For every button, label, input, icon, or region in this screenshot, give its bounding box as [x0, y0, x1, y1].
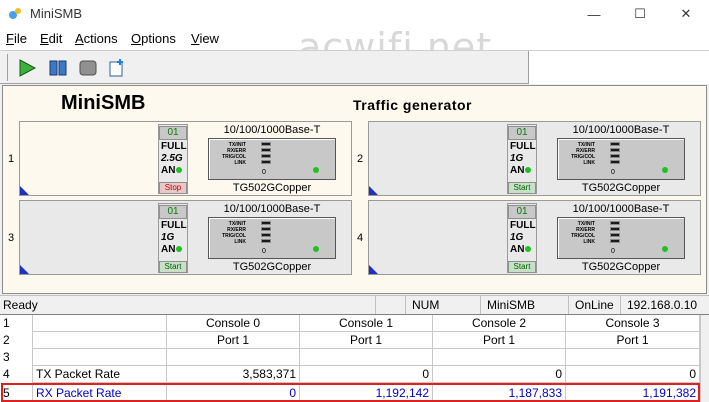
led-indicators — [610, 221, 620, 245]
panel-title: MiniSMB — [61, 92, 146, 114]
corner-marker-icon — [369, 186, 378, 195]
link-status-icon — [525, 246, 532, 253]
slot-number: 3 — [8, 232, 15, 244]
card-counter: 0 — [262, 248, 266, 255]
app-icon — [9, 8, 21, 19]
start-button[interactable]: Start — [508, 182, 536, 194]
menu-options[interactable]: Options — [131, 31, 176, 46]
new-icon[interactable] — [107, 58, 127, 78]
corner-marker-icon — [369, 265, 378, 274]
link-led-icon — [662, 167, 668, 173]
port-control[interactable]: 01 FULL 1G AN Start — [507, 124, 537, 194]
slot-number: 1 — [8, 153, 15, 165]
port-slot-2[interactable]: 01 FULL 1G AN Start 10/100/1000Base-T TX/I… — [368, 121, 701, 196]
port-number: 01 — [159, 205, 187, 219]
link-status-icon — [176, 167, 183, 174]
port-number: 01 — [159, 126, 187, 140]
title-bar: MiniSMB — ☐ ✕ — [0, 0, 709, 28]
slot-number: 2 — [357, 153, 364, 165]
card-type: 10/100/1000Base-T — [223, 124, 321, 136]
minimize-button[interactable]: — — [571, 0, 617, 28]
start-button[interactable]: Start — [508, 261, 536, 273]
card-status-box: TX/INIT RX/ERR TRIG/COL LINK 0 — [557, 217, 685, 259]
link-status-icon — [176, 246, 183, 253]
panel-subtitle: Traffic generator — [353, 97, 472, 113]
menu-view[interactable]: View — [191, 31, 219, 46]
status-ip: 192.168.0.10 — [620, 296, 709, 314]
link-led-icon — [313, 246, 319, 252]
link-led-icon — [662, 246, 668, 252]
port-slot-3[interactable]: 01 FULL 1G AN Start 10/100/1000Base-T TX/I… — [19, 200, 352, 275]
link-led-icon — [313, 167, 319, 173]
toolbar-separator — [7, 54, 8, 81]
led-indicators — [610, 142, 620, 166]
port-mode: FULL 1G AN — [161, 220, 187, 255]
toolbar-blank-area — [528, 51, 709, 84]
card-led-labels: TX/INIT RX/ERR TRIG/COL LINK — [571, 221, 595, 245]
status-ready: Ready — [3, 298, 38, 312]
traffic-panel: MiniSMB Traffic generator 1 2 3 4 01 FUL… — [2, 85, 707, 294]
menu-bar: File Edit Actions Options View — [0, 28, 709, 50]
led-indicators — [261, 221, 271, 245]
port-slot-1[interactable]: 01 FULL 2.5G AN Stop 10/100/1000Base-T TX/… — [19, 121, 352, 196]
table-row: 3 — [0, 349, 700, 366]
maximize-button[interactable]: ☐ — [617, 0, 663, 28]
card-name: TG502GCopper — [232, 261, 312, 273]
port-control[interactable]: 01 FULL 2.5G AN Stop — [158, 124, 188, 194]
menu-file[interactable]: File — [6, 31, 27, 46]
table-row: 4 TX Packet Rate 3,583,371 0 0 0 — [0, 366, 700, 383]
window-title: MiniSMB — [30, 6, 83, 21]
port-mode: FULL 2.5G AN — [161, 141, 187, 176]
play-icon[interactable] — [17, 58, 37, 78]
slot-number: 4 — [357, 232, 364, 244]
close-button[interactable]: ✕ — [663, 0, 709, 28]
card-led-labels: TX/INIT RX/ERR TRIG/COL LINK — [222, 142, 246, 166]
card-led-labels: TX/INIT RX/ERR TRIG/COL LINK — [222, 221, 246, 245]
table-row: 2 Port 1 Port 1 Port 1 Port 1 — [0, 332, 700, 349]
card-counter: 0 — [262, 169, 266, 176]
status-app: MiniSMB — [480, 296, 568, 314]
card-name: TG502GCopper — [581, 182, 661, 194]
led-indicators — [261, 142, 271, 166]
corner-marker-icon — [20, 186, 29, 195]
link-status-icon — [525, 167, 532, 174]
card-status-box: TX/INIT RX/ERR TRIG/COL LINK 0 — [208, 217, 336, 259]
menu-edit[interactable]: Edit — [40, 31, 62, 46]
table-row: 5 RX Packet Rate 0 1,192,142 1,187,833 1… — [0, 385, 700, 402]
menu-actions[interactable]: Actions — [75, 31, 118, 46]
stop-button[interactable]: Stop — [159, 182, 187, 194]
toolbar — [0, 50, 709, 84]
card-name: TG502GCopper — [581, 261, 661, 273]
port-slot-4[interactable]: 01 FULL 1G AN Start 10/100/1000Base-T TX/I… — [368, 200, 701, 275]
pause-icon[interactable] — [48, 58, 68, 78]
card-type: 10/100/1000Base-T — [223, 203, 321, 215]
card-status-box: TX/INIT RX/ERR TRIG/COL LINK 0 — [208, 138, 336, 180]
card-counter: 0 — [611, 169, 615, 176]
port-control[interactable]: 01 FULL 1G AN Start — [158, 203, 188, 273]
status-num: NUM — [405, 296, 480, 314]
corner-marker-icon — [20, 265, 29, 274]
port-control[interactable]: 01 FULL 1G AN Start — [507, 203, 537, 273]
start-button[interactable]: Start — [159, 261, 187, 273]
status-bar: Ready NUM MiniSMB OnLine 192.168.0.10 — [0, 295, 709, 314]
status-blank — [375, 296, 405, 314]
port-number: 01 — [508, 205, 536, 219]
stop-icon[interactable] — [78, 58, 98, 78]
status-online: OnLine — [568, 296, 620, 314]
grid-scrollbar[interactable] — [700, 315, 709, 402]
card-counter: 0 — [611, 248, 615, 255]
stats-grid: 1 Console 0 Console 1 Console 2 Console … — [0, 314, 709, 402]
port-mode: FULL 1G AN — [510, 220, 536, 255]
table-row: 1 Console 0 Console 1 Console 2 Console … — [0, 315, 700, 332]
card-type: 10/100/1000Base-T — [572, 124, 670, 136]
card-name: TG502GCopper — [232, 182, 312, 194]
card-status-box: TX/INIT RX/ERR TRIG/COL LINK 0 — [557, 138, 685, 180]
card-led-labels: TX/INIT RX/ERR TRIG/COL LINK — [571, 142, 595, 166]
port-number: 01 — [508, 126, 536, 140]
port-mode: FULL 1G AN — [510, 141, 536, 176]
card-type: 10/100/1000Base-T — [572, 203, 670, 215]
